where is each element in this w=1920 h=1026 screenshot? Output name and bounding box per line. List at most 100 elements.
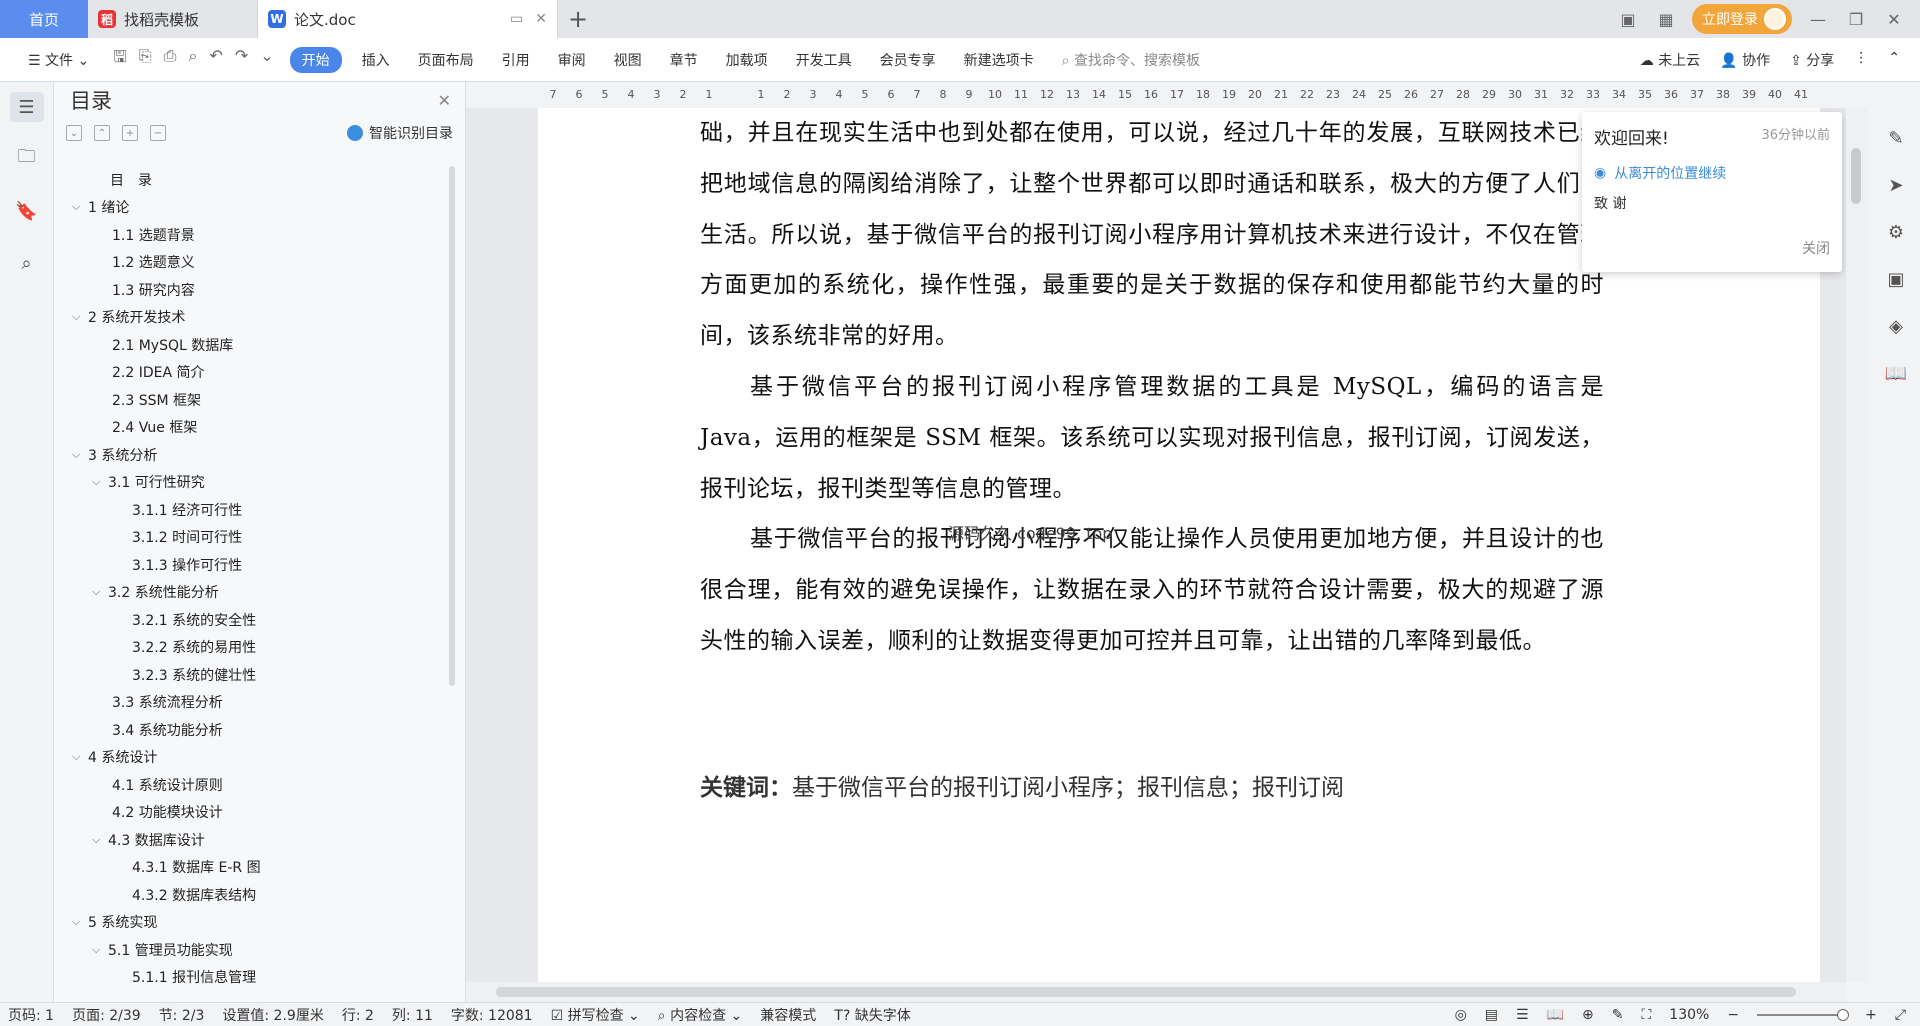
read-view-icon[interactable]: 📖	[1547, 1007, 1564, 1023]
ribbon-tab-layout[interactable]: 页面布局	[404, 50, 488, 70]
chevron-down-icon[interactable]: ⌵	[72, 448, 88, 462]
login-button[interactable]: 立即登录	[1692, 4, 1792, 34]
toc-panel-icon[interactable]: ☰	[9, 92, 44, 122]
export-icon[interactable]: ⎘	[139, 46, 152, 73]
content-check-button[interactable]: ⌕ 内容检查 ⌄	[658, 1005, 742, 1025]
chevron-down-icon[interactable]: ⌵	[92, 833, 108, 847]
zoom-slider-handle[interactable]	[1837, 1008, 1850, 1021]
customize-icon[interactable]: ⌄	[260, 46, 273, 73]
toc-item[interactable]: 4.1 系统设计原则	[54, 771, 446, 799]
toc-item[interactable]: 3.1.2 时间可行性	[54, 524, 446, 552]
collab-button[interactable]: 👤 协作	[1720, 50, 1770, 70]
toc-item[interactable]: 2.2 IDEA 简介	[54, 359, 446, 387]
document-body[interactable]: 础，并且在现实生活中也到处都在使用，可以说，经过几十年的发展，互联网技术已经把地…	[700, 108, 1604, 667]
toc-item[interactable]: 3.4 系统功能分析	[54, 716, 446, 744]
toc-item[interactable]: ⌵ 5 系统实现	[54, 909, 446, 937]
toc-item[interactable]: ⌵ 4.3 数据库设计	[54, 826, 446, 854]
toc-item[interactable]: 2.1 MySQL 数据库	[54, 331, 446, 359]
popup-close-button[interactable]: 关闭	[1802, 238, 1830, 258]
write-view-icon[interactable]: ✎	[1612, 1007, 1624, 1023]
ribbon-tab-view[interactable]: 视图	[600, 50, 656, 70]
print-icon[interactable]: ⎙	[164, 46, 177, 73]
collapse-all-icon[interactable]: ⌃	[94, 125, 110, 141]
toc-item[interactable]: 目 录	[54, 166, 446, 194]
vertical-scrollbar[interactable]	[1846, 108, 1868, 982]
toc-item[interactable]: 3.1.3 操作可行性	[54, 551, 446, 579]
status-words[interactable]: 字数: 12081	[451, 1005, 533, 1025]
close-window-icon[interactable]: ✕	[1882, 10, 1906, 29]
zoom-slider[interactable]	[1757, 1008, 1850, 1021]
redo-icon[interactable]: ↷	[235, 46, 248, 73]
restore-icon[interactable]: ❐	[1844, 10, 1868, 29]
chevron-down-icon[interactable]: ⌵	[92, 475, 108, 489]
add-heading-icon[interactable]: +	[122, 125, 138, 141]
share-button[interactable]: ⇪ 分享	[1790, 50, 1834, 70]
tab-template[interactable]: 稻 找稻壳模板	[88, 0, 258, 38]
command-search[interactable]: ⌕ 查找命令、搜索模板	[1062, 50, 1200, 70]
horizontal-scrollbar[interactable]	[466, 982, 1846, 1002]
tab-document[interactable]: W 论文.doc ▭ ✕	[258, 0, 558, 38]
toc-close-icon[interactable]: ✕	[438, 91, 451, 110]
vertical-scroll-thumb[interactable]	[1851, 148, 1861, 204]
toc-item[interactable]: ⌵ 4 系统设计	[54, 744, 446, 772]
bookmark-icon[interactable]: 🔖	[10, 196, 44, 226]
chevron-down-icon[interactable]: ⌵	[72, 310, 88, 324]
toc-item[interactable]: 3.2.1 系统的安全性	[54, 606, 446, 634]
chapter-nav-icon[interactable]: 🗀	[10, 144, 44, 174]
minimize-icon[interactable]: —	[1806, 10, 1830, 29]
toc-item[interactable]: ⌵ 3.2 系统性能分析	[54, 579, 446, 607]
toc-item[interactable]: 1.3 研究内容	[54, 276, 446, 304]
ribbon-tab-addins[interactable]: 加载项	[712, 50, 782, 70]
zoom-in-icon[interactable]: +	[1865, 1007, 1877, 1023]
undo-icon[interactable]: ↶	[209, 46, 222, 73]
horizontal-scroll-thumb[interactable]	[496, 987, 1796, 997]
chevron-down-icon[interactable]: ⌵	[72, 750, 88, 764]
status-page[interactable]: 页面: 2/39	[72, 1005, 141, 1025]
compass-icon[interactable]: ◈	[1889, 316, 1903, 337]
toc-item[interactable]: 4.3.1 数据库 E-R 图	[54, 854, 446, 882]
eye-protect-icon[interactable]: ◎	[1455, 1007, 1467, 1023]
ribbon-tab-review[interactable]: 审阅	[544, 50, 600, 70]
expand-all-icon[interactable]: ⌄	[66, 125, 82, 141]
toc-scrollbar[interactable]	[449, 166, 455, 686]
fit-page-icon[interactable]: ⛶	[1641, 1007, 1651, 1023]
more-icon[interactable]: ⋮	[1854, 50, 1868, 70]
ribbon-tab-insert[interactable]: 插入	[348, 50, 404, 70]
chevron-down-icon[interactable]: ⌵	[92, 585, 108, 599]
page-view-icon[interactable]: ▤	[1485, 1007, 1498, 1023]
ribbon-tab-start[interactable]: 开始	[289, 46, 342, 73]
preview-icon[interactable]: ⌕	[188, 46, 197, 73]
smart-toc-button[interactable]: 智能识别目录	[347, 123, 453, 143]
toc-item[interactable]: 3.1.1 经济可行性	[54, 496, 446, 524]
zoom-out-icon[interactable]: −	[1727, 1007, 1739, 1023]
keywords-line[interactable]: 关键词：基于微信平台的报刊订阅小程序；报刊信息；报刊订阅	[700, 768, 1344, 802]
collapse-ribbon-icon[interactable]: ⌃	[1888, 50, 1900, 70]
toc-item[interactable]: ⌵ 2 系统开发技术	[54, 304, 446, 332]
toc-item[interactable]: 4.3.2 数据库表结构	[54, 881, 446, 909]
pen-icon[interactable]: ✎	[1888, 128, 1903, 149]
reading-mode-icon[interactable]: ▣	[1616, 10, 1640, 29]
horizontal-ruler[interactable]: 7 6 5 4 3 2 1 1 2 3 4 5 6 7 8 9 10 11 12 13 14 15 16 17 18 19 20 21…	[466, 82, 1846, 108]
remove-heading-icon[interactable]: −	[150, 125, 166, 141]
cloud-status[interactable]: ☁ 未上云	[1640, 50, 1700, 70]
web-view-icon[interactable]: ⊕	[1582, 1007, 1594, 1023]
toc-item[interactable]: 3.2.2 系统的易用性	[54, 634, 446, 662]
paragraph-3[interactable]: 基于微信平台的报刊订阅小程序不仅能让操作人员使用更加地方便，并且设计的也很合理，…	[700, 514, 1604, 666]
chevron-down-icon[interactable]: ⌵	[72, 200, 88, 214]
toc-item[interactable]: 1.1 选题背景	[54, 221, 446, 249]
outline-view-icon[interactable]: ☰	[1516, 1007, 1529, 1023]
resume-link[interactable]: ◉ 从离开的位置继续	[1594, 163, 1830, 183]
toc-item[interactable]: 3.3 系统流程分析	[54, 689, 446, 717]
toc-item[interactable]: 4.2 功能模块设计	[54, 799, 446, 827]
find-icon[interactable]: ⌕	[10, 248, 44, 278]
missing-font-button[interactable]: T? 缺失字体	[834, 1005, 910, 1025]
select-icon[interactable]: ➤	[1888, 175, 1903, 196]
ribbon-tab-developer[interactable]: 开发工具	[782, 50, 866, 70]
paragraph-2[interactable]: 基于微信平台的报刊订阅小程序管理数据的工具是 MySQL，编码的语言是 Java…	[700, 362, 1604, 514]
book-icon[interactable]: 📖	[1885, 363, 1907, 384]
toc-item[interactable]: 2.4 Vue 框架	[54, 414, 446, 442]
chevron-down-icon[interactable]: ⌵	[72, 915, 88, 929]
tab-float-icon[interactable]: ▭	[510, 11, 523, 27]
ribbon-tab-member[interactable]: 会员专享	[866, 50, 950, 70]
paragraph-1[interactable]: 础，并且在现实生活中也到处都在使用，可以说，经过几十年的发展，互联网技术已经把地…	[700, 108, 1604, 362]
